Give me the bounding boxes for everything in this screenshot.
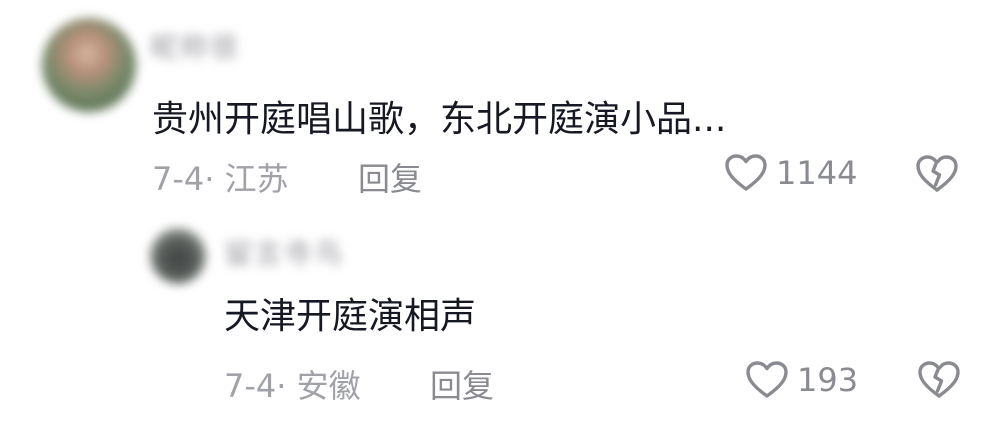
reply-dislike-button[interactable] [916,360,962,400]
reply-button[interactable]: 回复 [358,154,422,200]
dislike-button[interactable] [914,154,960,194]
reply-like-button[interactable]: 193 [745,360,858,400]
like-button[interactable]: 1144 [724,153,857,193]
reply-text: 天津开庭演相声 [224,296,477,337]
heart-icon [745,360,789,400]
heart-icon [724,153,768,193]
comment-meta: 7-4· 江苏 [152,160,289,198]
broken-heart-icon [914,154,960,194]
like-count: 1144 [776,154,858,192]
reply-meta: 7-4· 安徽 [224,367,361,405]
reply-reply-button[interactable]: 回复 [430,361,494,407]
avatar[interactable] [42,18,136,112]
comment-username[interactable]: 昵称很 [150,26,240,66]
broken-heart-icon [916,360,962,400]
reply-username[interactable]: 留言寺鸟 [224,232,344,272]
reply-avatar[interactable] [150,228,206,284]
like-count: 193 [797,361,859,399]
comment-text: 贵州开庭唱山歌，东北开庭演小品... [152,99,727,140]
